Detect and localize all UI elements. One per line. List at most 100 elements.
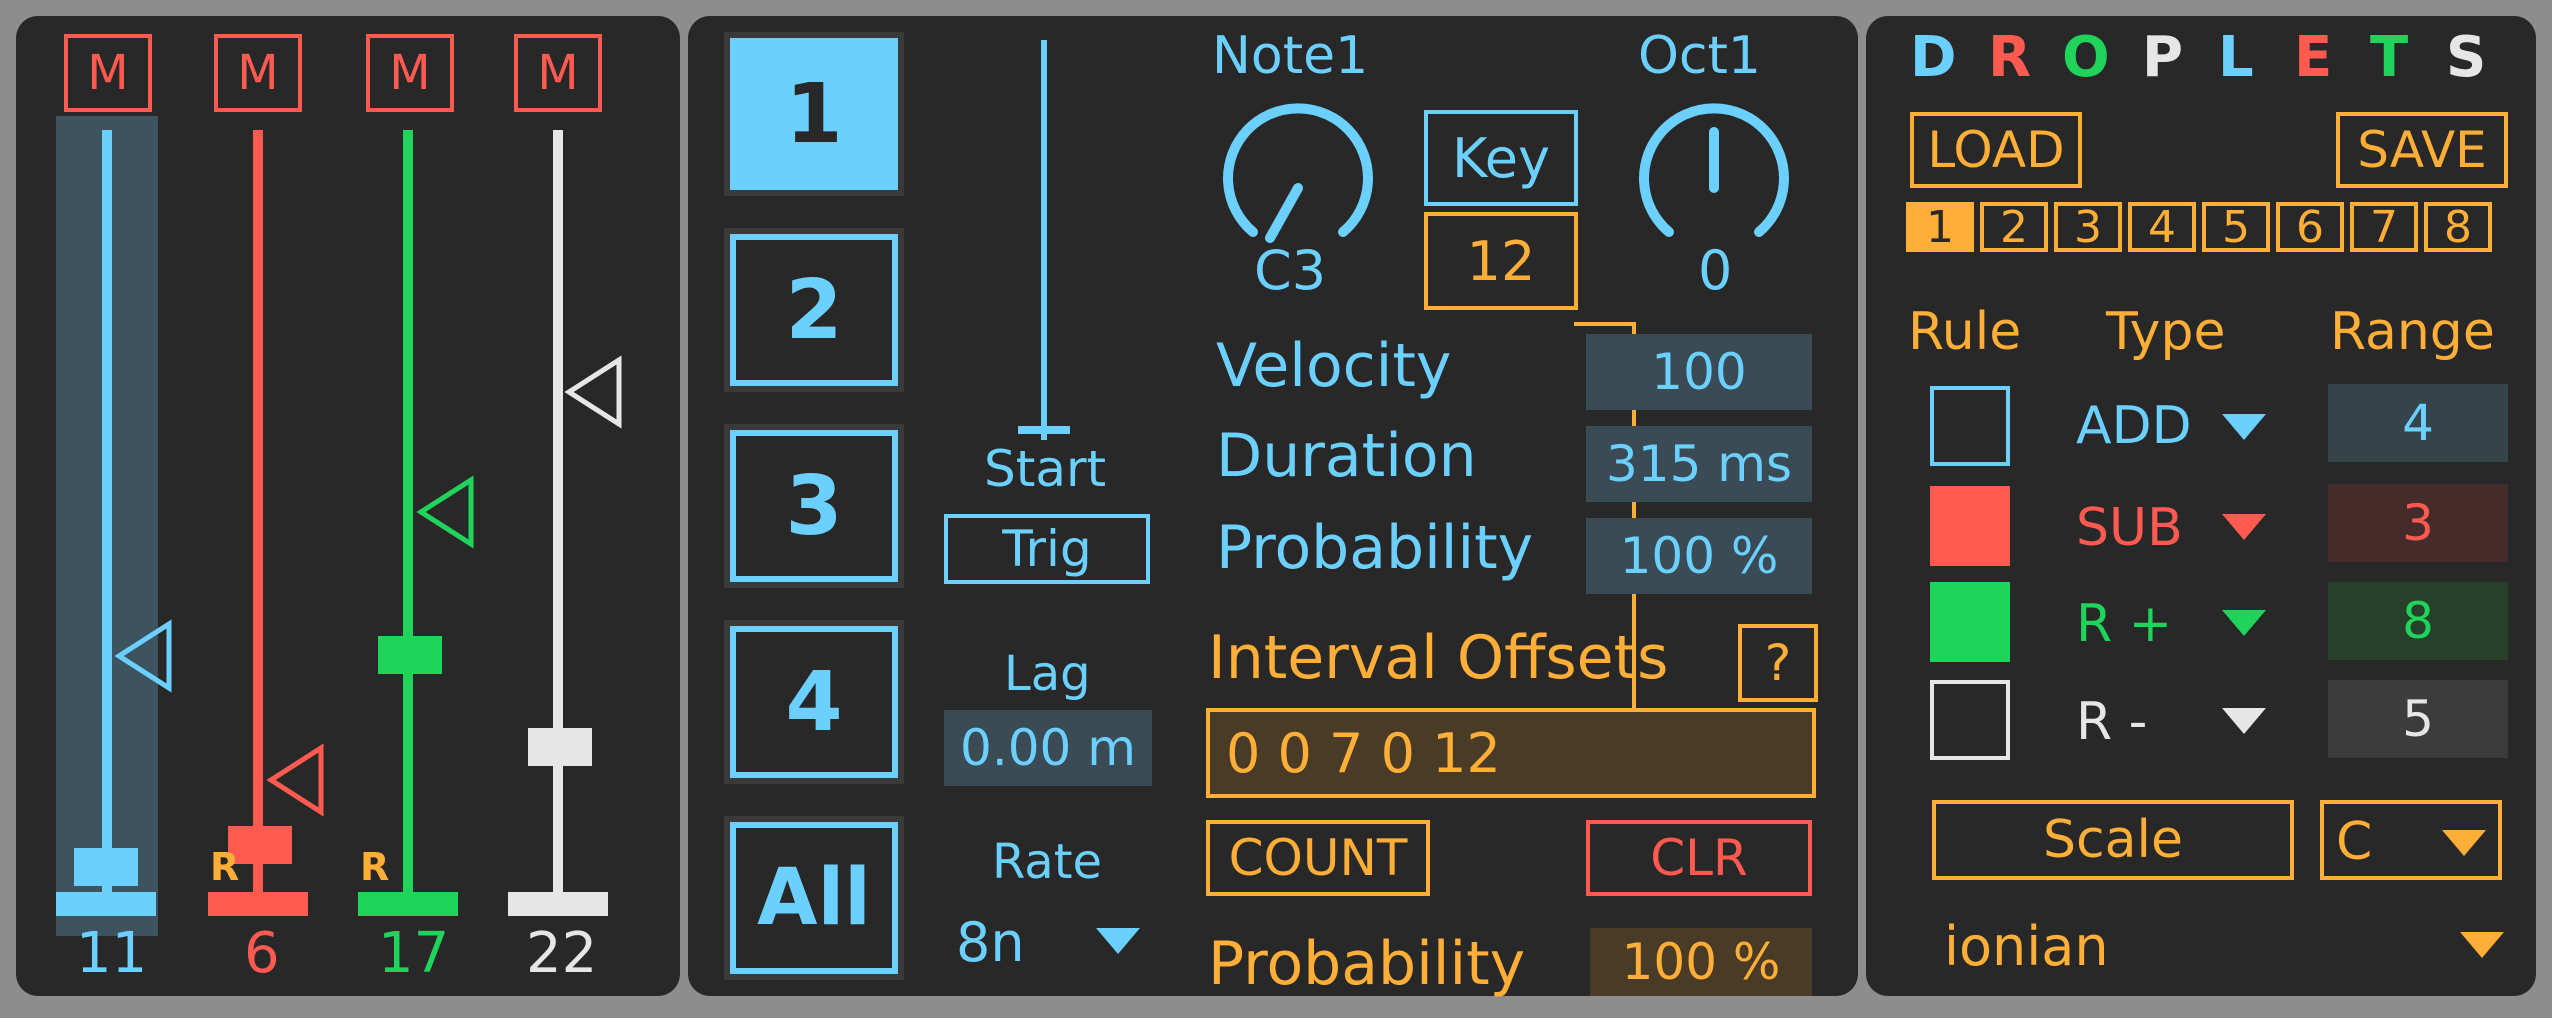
channel-value-4: 22 bbox=[526, 921, 598, 986]
rule-header: Rule bbox=[1908, 302, 2022, 362]
preset-slot-1[interactable]: 1 bbox=[1906, 202, 1974, 253]
clear-button[interactable]: CLR bbox=[1586, 820, 1812, 896]
preset-slot-8[interactable]: 8 bbox=[2424, 202, 2492, 253]
level-marker-2[interactable] bbox=[266, 740, 326, 820]
preset-slot-2[interactable]: 2 bbox=[1980, 202, 2048, 253]
rule-toggle-r-plus[interactable] bbox=[1930, 582, 2010, 662]
rule-type-dropdown-icon-add[interactable] bbox=[2222, 414, 2266, 440]
rule-range-sub[interactable]: 3 bbox=[2328, 484, 2508, 562]
rule-range-add[interactable]: 4 bbox=[2328, 384, 2508, 462]
rule-type-dropdown-icon-r-plus[interactable] bbox=[2222, 610, 2266, 636]
mixer-panel: M 11 M R 6 M R 17 M 22 bbox=[16, 16, 680, 996]
type-header: Type bbox=[2106, 302, 2226, 362]
load-button[interactable]: LOAD bbox=[1910, 112, 2082, 188]
note-value: C3 bbox=[1254, 239, 1327, 302]
mute-button-3[interactable]: M bbox=[366, 34, 454, 112]
scale-button[interactable]: Scale bbox=[1932, 800, 2294, 880]
preset-slot-6[interactable]: 6 bbox=[2276, 202, 2344, 253]
step-button-1[interactable]: 1 bbox=[724, 32, 904, 196]
preset-slot-7[interactable]: 7 bbox=[2350, 202, 2418, 253]
rule-type-r-minus[interactable]: R - bbox=[2076, 696, 2147, 748]
octave-label: Oct1 bbox=[1638, 26, 1761, 86]
scale-root-dropdown[interactable]: C bbox=[2320, 800, 2502, 880]
scale-mode-dropdown-icon[interactable] bbox=[2460, 932, 2504, 958]
count-button[interactable]: COUNT bbox=[1206, 820, 1430, 896]
fader-handle-3[interactable] bbox=[378, 636, 442, 674]
mute-button-4[interactable]: M bbox=[514, 34, 602, 112]
key-button[interactable]: Key bbox=[1424, 110, 1578, 206]
save-button[interactable]: SAVE bbox=[2336, 112, 2508, 188]
rule-toggle-r-minus[interactable] bbox=[1930, 680, 2010, 760]
duration-label: Duration bbox=[1216, 421, 1477, 491]
preset-slot-5[interactable]: 5 bbox=[2202, 202, 2270, 253]
key-value-field[interactable]: 12 bbox=[1424, 212, 1578, 310]
mute-button-2[interactable]: M bbox=[214, 34, 302, 112]
reset-badge-3[interactable]: R bbox=[360, 848, 389, 886]
level-marker-4[interactable] bbox=[564, 352, 624, 432]
rate-dropdown-icon[interactable] bbox=[1096, 928, 1140, 954]
channel-value-3: 17 bbox=[378, 921, 450, 986]
rule-type-dropdown-icon-sub[interactable] bbox=[2222, 514, 2266, 540]
lag-value-field[interactable]: 0.00 m bbox=[944, 710, 1152, 786]
fader-handle-4[interactable] bbox=[528, 728, 592, 766]
step-button-4[interactable]: 4 bbox=[724, 620, 904, 784]
rule-range-r-minus[interactable]: 5 bbox=[2328, 680, 2508, 758]
step-button-3[interactable]: 3 bbox=[724, 424, 904, 588]
channel-value-1: 11 bbox=[76, 921, 148, 986]
step-button-2[interactable]: 2 bbox=[724, 228, 904, 392]
rule-type-r-plus[interactable]: R + bbox=[2076, 598, 2172, 650]
lag-label: Lag bbox=[1004, 646, 1091, 702]
rule-type-dropdown-icon-r-minus[interactable] bbox=[2222, 708, 2266, 734]
rule-type-sub[interactable]: SUB bbox=[2076, 502, 2183, 554]
reset-badge-2[interactable]: R bbox=[210, 848, 239, 886]
probability-label: Probability bbox=[1216, 513, 1534, 583]
fader-handle-1[interactable] bbox=[74, 848, 138, 886]
droplets-title-letter-d: D bbox=[1910, 25, 1957, 90]
fader-line-1[interactable] bbox=[102, 130, 112, 910]
droplets-title-letter-r: R bbox=[1988, 25, 2032, 90]
rule-toggle-add[interactable] bbox=[1930, 386, 2010, 466]
preset-slot-4[interactable]: 4 bbox=[2128, 202, 2196, 253]
step-button-all[interactable]: All bbox=[724, 816, 904, 980]
start-slider-line[interactable] bbox=[1041, 40, 1047, 440]
droplets-title-letter-s: S bbox=[2446, 25, 2487, 90]
start-slider-cap[interactable] bbox=[1018, 426, 1070, 434]
duration-value-field[interactable]: 315 ms bbox=[1586, 426, 1812, 502]
fader-base-4 bbox=[508, 892, 608, 916]
sequencer-panel: 1 2 3 4 All Start Trig Lag 0.00 m Rate 8… bbox=[688, 16, 1858, 996]
preset-slot-3[interactable]: 3 bbox=[2054, 202, 2122, 253]
interval-probability-label: Probability bbox=[1208, 929, 1526, 999]
droplets-title-letter-p: P bbox=[2142, 25, 2184, 90]
rate-label: Rate bbox=[992, 834, 1103, 890]
interval-offsets-input[interactable]: 0 0 7 0 12 bbox=[1206, 708, 1816, 798]
fader-line-3[interactable] bbox=[403, 130, 413, 910]
octave-value: 0 bbox=[1698, 239, 1733, 302]
probability-value-field[interactable]: 100 % bbox=[1586, 518, 1812, 594]
interval-offsets-label: Interval Offsets bbox=[1208, 623, 1669, 693]
fader-line-4[interactable] bbox=[553, 130, 563, 910]
trig-button[interactable]: Trig bbox=[944, 514, 1150, 584]
rate-value[interactable]: 8n bbox=[956, 916, 1025, 970]
level-marker-1[interactable] bbox=[114, 616, 174, 696]
interval-help-button[interactable]: ? bbox=[1738, 624, 1818, 702]
droplets-title-letter-l: L bbox=[2218, 25, 2254, 90]
fader-line-2[interactable] bbox=[253, 130, 263, 910]
velocity-label: Velocity bbox=[1216, 331, 1452, 401]
range-header: Range bbox=[2330, 302, 2495, 362]
droplets-title-letter-e: E bbox=[2294, 25, 2333, 90]
mute-button-1[interactable]: M bbox=[64, 34, 152, 112]
channel-value-2: 6 bbox=[244, 921, 280, 986]
level-marker-3[interactable] bbox=[416, 472, 476, 552]
scale-mode-value[interactable]: ionian bbox=[1944, 920, 2109, 974]
fader-base-3 bbox=[358, 892, 458, 916]
interval-probability-value-field[interactable]: 100 % bbox=[1590, 928, 1812, 996]
velocity-value-field[interactable]: 100 bbox=[1586, 334, 1812, 410]
fader-base-1 bbox=[56, 892, 156, 916]
rule-range-r-plus[interactable]: 8 bbox=[2328, 582, 2508, 660]
rule-type-add[interactable]: ADD bbox=[2076, 400, 2192, 452]
droplets-panel: D R O P L E T S LOAD SAVE 1 2 3 4 5 6 7 … bbox=[1866, 16, 2536, 996]
note-label: Note1 bbox=[1212, 26, 1369, 86]
rule-toggle-sub[interactable] bbox=[1930, 486, 2010, 566]
scale-root-dropdown-icon bbox=[2442, 830, 2486, 856]
scale-root-value: C bbox=[2336, 812, 2373, 872]
